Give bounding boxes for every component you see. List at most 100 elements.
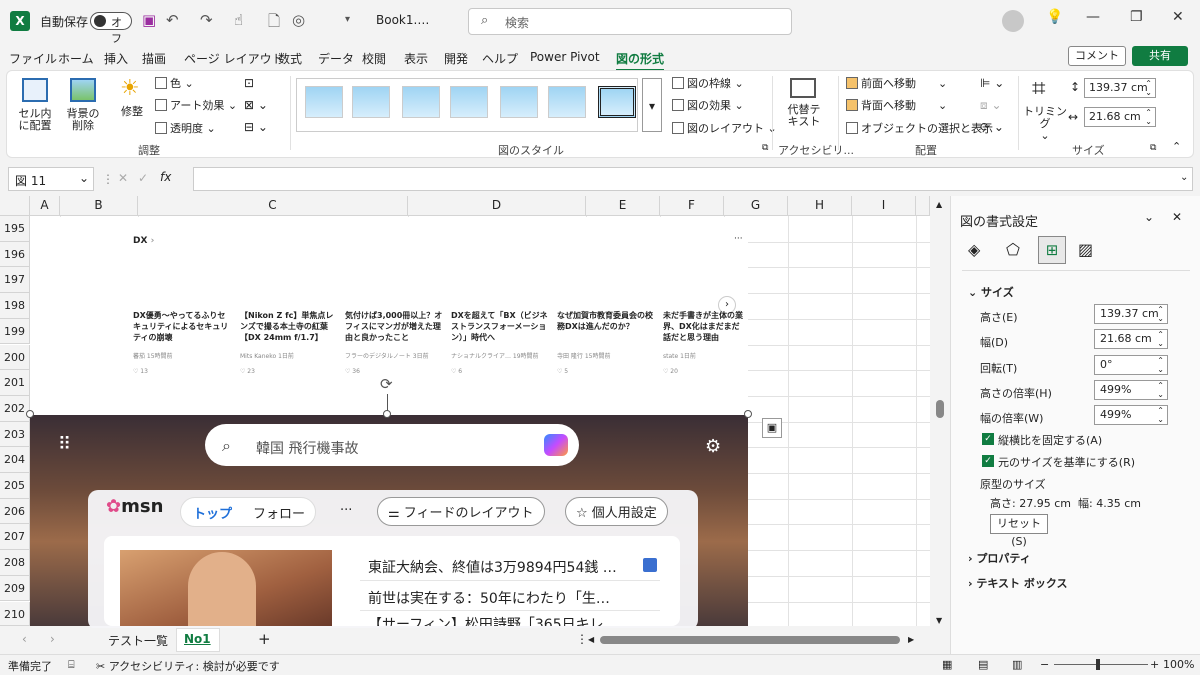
next-sheet-icon[interactable]: › (50, 632, 55, 646)
undo-icon[interactable]: ↶ (166, 11, 179, 29)
alt-text-button[interactable]: 代替テ キスト (780, 104, 828, 128)
zoom-in-icon[interactable]: + (1150, 658, 1159, 671)
row-header[interactable]: 197 (0, 267, 30, 294)
scale-height-spinner[interactable]: 499% ⌃ ⌄ (1094, 380, 1168, 400)
sheet-tab-active[interactable]: No1 (184, 632, 211, 646)
row-header[interactable]: 198 (0, 293, 30, 319)
picture-layout-button[interactable]: 図のレイアウト ⌄ (672, 122, 777, 135)
new-doc-icon[interactable]: 🗋 (268, 11, 280, 36)
width-field[interactable]: 21.68 cm ⌃ ⌄ (1084, 107, 1156, 127)
close-icon[interactable]: ✕ (1172, 9, 1184, 25)
tab-file[interactable]: ファイル (9, 50, 57, 67)
style-thumb[interactable] (450, 86, 488, 118)
reset-button[interactable]: リセット(S) (990, 514, 1048, 548)
row-header[interactable]: 202 (0, 395, 30, 422)
share-button[interactable]: 共有 (1132, 46, 1188, 66)
relative-original-checkbox[interactable]: ✓ (982, 455, 994, 467)
column-header[interactable]: B (60, 196, 138, 216)
row-header[interactable]: 207 (0, 524, 30, 551)
redo-icon[interactable]: ↷ (200, 11, 213, 29)
reset-picture-icon[interactable]: ⊟ ⌄ (244, 120, 268, 134)
transparency-button[interactable]: 透明度 ⌄ (155, 122, 216, 135)
row-header[interactable]: 210 (0, 601, 30, 626)
layout-options-icon[interactable]: ▣ (762, 418, 782, 438)
autosave-toggle[interactable]: オフ (90, 12, 132, 45)
minimize-icon[interactable]: — (1086, 9, 1100, 25)
style-thumb[interactable] (548, 86, 586, 118)
tab-draw[interactable]: 描画 (142, 50, 166, 67)
dialog-launcher-icon[interactable]: ⧉ (762, 143, 768, 153)
comment-button[interactable]: コメント (1068, 46, 1126, 66)
crop-button[interactable]: トリミング ⌄ (1022, 106, 1068, 142)
horizontal-scrollbar[interactable] (600, 636, 900, 644)
column-header[interactable]: G (724, 196, 788, 216)
circle-icon[interactable]: ◎ (292, 11, 305, 29)
scroll-left-icon[interactable]: ◀ (588, 635, 594, 644)
tab-view[interactable]: 表示 (404, 50, 428, 67)
scroll-right-icon[interactable]: ▶ (908, 635, 914, 644)
row-header[interactable]: 209 (0, 575, 30, 602)
vertical-scrollbar[interactable] (936, 400, 944, 418)
row-header[interactable]: 195 (0, 216, 30, 242)
send-backward-button[interactable]: 背面へ移動 ⌄ (846, 99, 947, 112)
width-spinner[interactable]: 21.68 cm ⌃ ⌄ (1094, 329, 1168, 349)
macro-record-icon[interactable]: ⌸ (68, 658, 75, 672)
tab-page-layout[interactable]: ページ レイアウト (184, 50, 284, 67)
collapse-ribbon-icon[interactable]: ⌃ (1172, 140, 1181, 153)
page-layout-view-icon[interactable]: ▤ (978, 658, 988, 671)
compress-icon[interactable]: ⊡ (244, 76, 254, 90)
properties-section-header[interactable]: › プロパティ (968, 550, 1031, 566)
scroll-up-icon[interactable]: ▲ (936, 200, 942, 209)
picture-icon[interactable]: ▨ (1078, 240, 1093, 259)
column-header[interactable]: E (586, 196, 660, 216)
rotation-spinner[interactable]: 0° ⌃ ⌄ (1094, 355, 1168, 375)
fill-line-icon[interactable]: ◈ (968, 240, 980, 259)
picture-effects-button[interactable]: 図の効果 ⌄ (672, 99, 744, 112)
chevron-down-icon[interactable]: ⌄ (1144, 210, 1154, 224)
remove-background-button[interactable]: 背景の 削除 (62, 108, 104, 132)
size-properties-icon[interactable]: ⊞ (1038, 236, 1066, 264)
search-box[interactable]: ⌕ 検索 (468, 8, 792, 35)
lightbulb-icon[interactable]: 💡 (1046, 9, 1063, 25)
row-header[interactable]: 204 (0, 447, 30, 473)
column-header[interactable]: I (852, 196, 916, 216)
row-header[interactable]: 196 (0, 241, 30, 268)
corrections-button[interactable]: 修整 (116, 106, 148, 118)
sheet-tab[interactable]: テスト一覧 (108, 632, 168, 649)
resize-handle[interactable] (383, 410, 391, 418)
customize-qat-icon[interactable]: ▾ (345, 14, 350, 25)
zoom-level[interactable]: 100% (1163, 658, 1194, 671)
close-icon[interactable]: ✕ (1172, 210, 1182, 224)
save-icon[interactable]: ▣ (142, 11, 156, 29)
zoom-out-icon[interactable]: − (1040, 658, 1049, 671)
bring-forward-button[interactable]: 前面へ移動 ⌄ (846, 77, 947, 90)
row-header[interactable]: 199 (0, 318, 30, 345)
restore-icon[interactable]: ❐ (1130, 9, 1143, 25)
tab-formulas[interactable]: 数式 (278, 50, 302, 67)
height-field[interactable]: 139.37 cm ⌃ ⌄ (1084, 78, 1156, 98)
zoom-thumb[interactable] (1096, 659, 1100, 670)
style-thumb[interactable] (402, 86, 440, 118)
tab-insert[interactable]: 挿入 (104, 50, 128, 67)
column-header[interactable]: C (138, 196, 408, 216)
row-header[interactable]: 206 (0, 498, 30, 525)
column-header[interactable]: D (408, 196, 586, 216)
row-header[interactable]: 201 (0, 370, 30, 396)
tab-help[interactable]: ヘルプ (482, 50, 518, 67)
rotate-icon[interactable]: ⟳ ⌄ (980, 120, 1004, 134)
rotate-handle-icon[interactable]: ⟳ (380, 375, 393, 393)
row-header[interactable]: 205 (0, 473, 30, 499)
avatar[interactable] (1002, 10, 1024, 32)
accessibility-status[interactable]: ✂ アクセシビリティ: 検討が必要です (96, 658, 280, 674)
effects-icon[interactable]: ⬠ (1006, 240, 1020, 259)
style-thumb[interactable] (500, 86, 538, 118)
size-section-header[interactable]: ⌄ サイズ (968, 284, 1014, 300)
file-name[interactable]: Book1.… (376, 13, 429, 27)
insert-function-button[interactable]: fx (160, 170, 171, 184)
tab-power-pivot[interactable]: Power Pivot (530, 50, 600, 64)
textbox-section-header[interactable]: › テキスト ボックス (968, 575, 1068, 591)
expand-formula-icon[interactable]: ⌄ (1180, 172, 1188, 183)
column-header[interactable]: F (660, 196, 724, 216)
touch-mode-icon[interactable]: ☝ (234, 11, 243, 29)
add-sheet-icon[interactable]: + (258, 630, 271, 648)
